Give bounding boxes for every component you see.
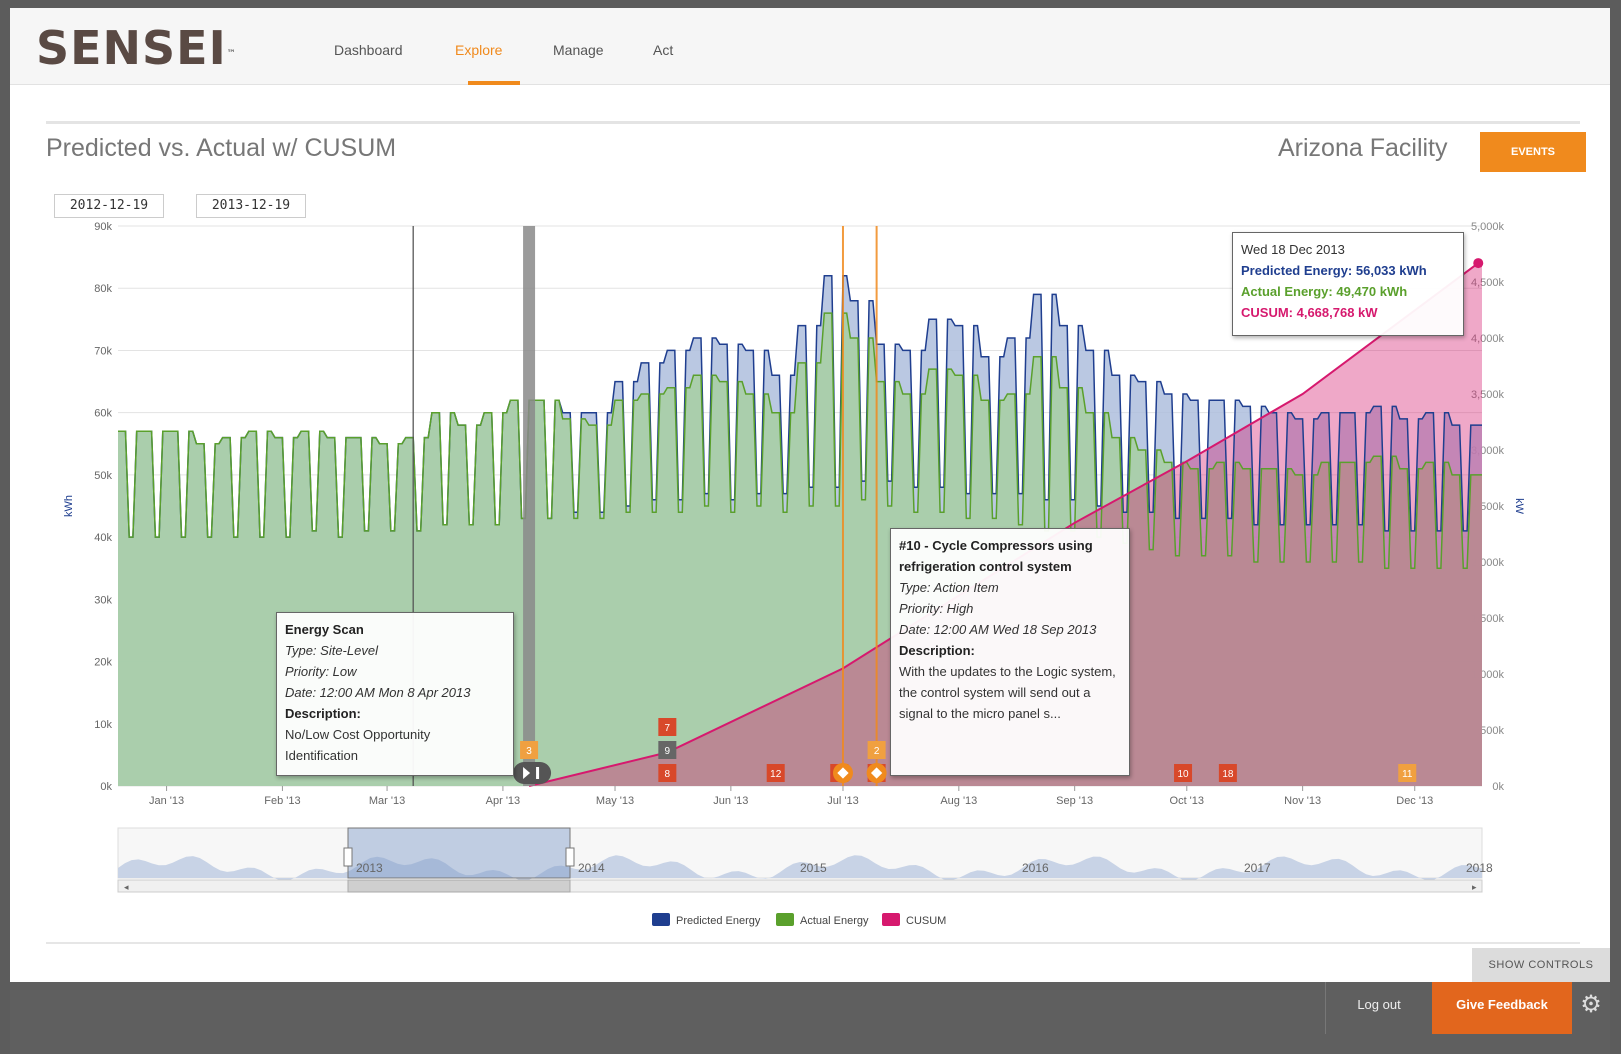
tooltip-predicted: Predicted Energy: 56,033 kWh — [1241, 263, 1427, 278]
legend-swatch — [776, 913, 794, 926]
energy-scan-priority: Priority: Low — [285, 664, 357, 679]
x-tick-label: Jun '13 — [713, 795, 748, 807]
event-marker-label: 9 — [665, 746, 671, 757]
y-right-axis-title: kW — [1513, 498, 1525, 515]
navigator-year-label: 2014 — [578, 861, 605, 875]
legend-swatch — [882, 913, 900, 926]
x-tick-label: Dec '13 — [1396, 795, 1433, 807]
event-marker-label: 18 — [1222, 769, 1234, 780]
legend-label: Predicted Energy — [676, 915, 761, 927]
event-marker-label: 2 — [874, 746, 880, 757]
tooltip-actual: Actual Energy: 49,470 kWh — [1241, 284, 1408, 299]
give-feedback-button[interactable]: Give Feedback — [1432, 982, 1572, 1034]
navigator-year-label: 2017 — [1244, 861, 1271, 875]
y-right-tick-label: 5,000k — [1471, 221, 1505, 233]
cycle-date: Date: 12:00 AM Wed 18 Sep 2013 — [899, 622, 1097, 637]
y-left-tick-label: 10k — [94, 719, 112, 731]
event-marker-label: 10 — [1177, 769, 1189, 780]
app-frame: SENSEI™ Dashboard Explore Manage Act Pre… — [10, 8, 1610, 1054]
energy-scan-type: Type: Site-Level — [285, 643, 378, 658]
y-left-tick-label: 40k — [94, 532, 112, 544]
tooltip-date: Wed 18 Dec 2013 — [1241, 242, 1345, 257]
x-tick-label: Nov '13 — [1284, 795, 1321, 807]
y-right-tick-label: 500k — [1480, 725, 1504, 737]
energy-scan-date: Date: 12:00 AM Mon 8 Apr 2013 — [285, 685, 471, 700]
play-pause-control — [513, 762, 552, 784]
point-tooltip: Wed 18 Dec 2013 Predicted Energy: 56,033… — [1232, 232, 1464, 336]
legend-label: CUSUM — [906, 915, 946, 927]
energy-scan-desc: No/Low Cost Opportunity Identification — [285, 727, 431, 763]
legend-swatch — [652, 913, 670, 926]
y-left-tick-label: 80k — [94, 283, 112, 295]
navigator-year-label: 2016 — [1022, 861, 1049, 875]
gear-icon[interactable]: ⚙ — [1572, 982, 1610, 1028]
energy-scan-tooltip: Energy Scan Type: Site-Level Priority: L… — [276, 612, 514, 776]
scroll-right-icon: ▸ — [1472, 882, 1477, 892]
cycle-compressors-tooltip: #10 - Cycle Compressors using refrigerat… — [890, 528, 1130, 776]
y-right-tick-label: 0k — [1492, 781, 1504, 793]
legend-label: Actual Energy — [800, 915, 869, 927]
energy-scan-desc-label: Description: — [285, 706, 361, 721]
x-tick-label: Oct '13 — [1170, 795, 1205, 807]
scroll-left-icon: ◂ — [124, 882, 129, 892]
cycle-type: Type: Action Item — [899, 580, 999, 595]
navigator-right-handle — [565, 847, 575, 867]
navigator-year-label: 2018 — [1466, 861, 1493, 875]
cycle-title: #10 - Cycle Compressors using refrigerat… — [899, 538, 1093, 574]
navigator-scrollbar-thumb — [347, 879, 571, 893]
event-marker-label: 12 — [770, 769, 782, 780]
tooltip-cusum: CUSUM: 4,668,768 kW — [1241, 305, 1378, 320]
y-left-axis-title: kWh — [63, 495, 75, 517]
y-left-tick-label: 70k — [94, 345, 112, 357]
y-left-tick-label: 50k — [94, 470, 112, 482]
x-tick-label: Feb '13 — [264, 795, 300, 807]
y-left-tick-label: 60k — [94, 408, 112, 420]
x-tick-label: May '13 — [596, 795, 634, 807]
y-left-tick-label: 0k — [100, 781, 112, 793]
y-left-tick-label: 30k — [94, 594, 112, 606]
x-tick-label: Mar '13 — [369, 795, 405, 807]
x-tick-label: Jan '13 — [149, 795, 184, 807]
y-left-tick-label: 90k — [94, 221, 112, 233]
x-tick-label: Aug '13 — [940, 795, 977, 807]
cycle-priority: Priority: High — [899, 601, 974, 616]
energy-scan-title: Energy Scan — [285, 622, 364, 637]
event-marker-label: 8 — [665, 769, 671, 780]
navigator-scrollbar — [117, 879, 1483, 893]
x-tick-label: Apr '13 — [486, 795, 521, 807]
cusum-endpoint — [1473, 258, 1484, 269]
navigator-year-label: 2013 — [356, 861, 383, 875]
energy-chart[interactable]: 0k10k20k30k40k50k60k70k80k90k0k500k1,000… — [10, 8, 1610, 982]
pause-icon — [536, 767, 540, 779]
event-marker-label: 11 — [1402, 769, 1413, 780]
x-tick-label: Sep '13 — [1056, 795, 1093, 807]
logout-button[interactable]: Log out — [1325, 982, 1432, 1034]
show-controls-button[interactable]: SHOW CONTROLS — [1472, 948, 1610, 982]
x-tick-label: Jul '13 — [827, 795, 858, 807]
event-marker-label: 7 — [665, 723, 671, 734]
cycle-desc: With the updates to the Logic system, th… — [899, 664, 1116, 721]
navigator-left-handle — [343, 847, 353, 867]
y-left-tick-label: 20k — [94, 657, 112, 669]
cycle-desc-label: Description: — [899, 643, 975, 658]
event-marker-label: 3 — [526, 746, 532, 757]
navigator-year-label: 2015 — [800, 861, 827, 875]
